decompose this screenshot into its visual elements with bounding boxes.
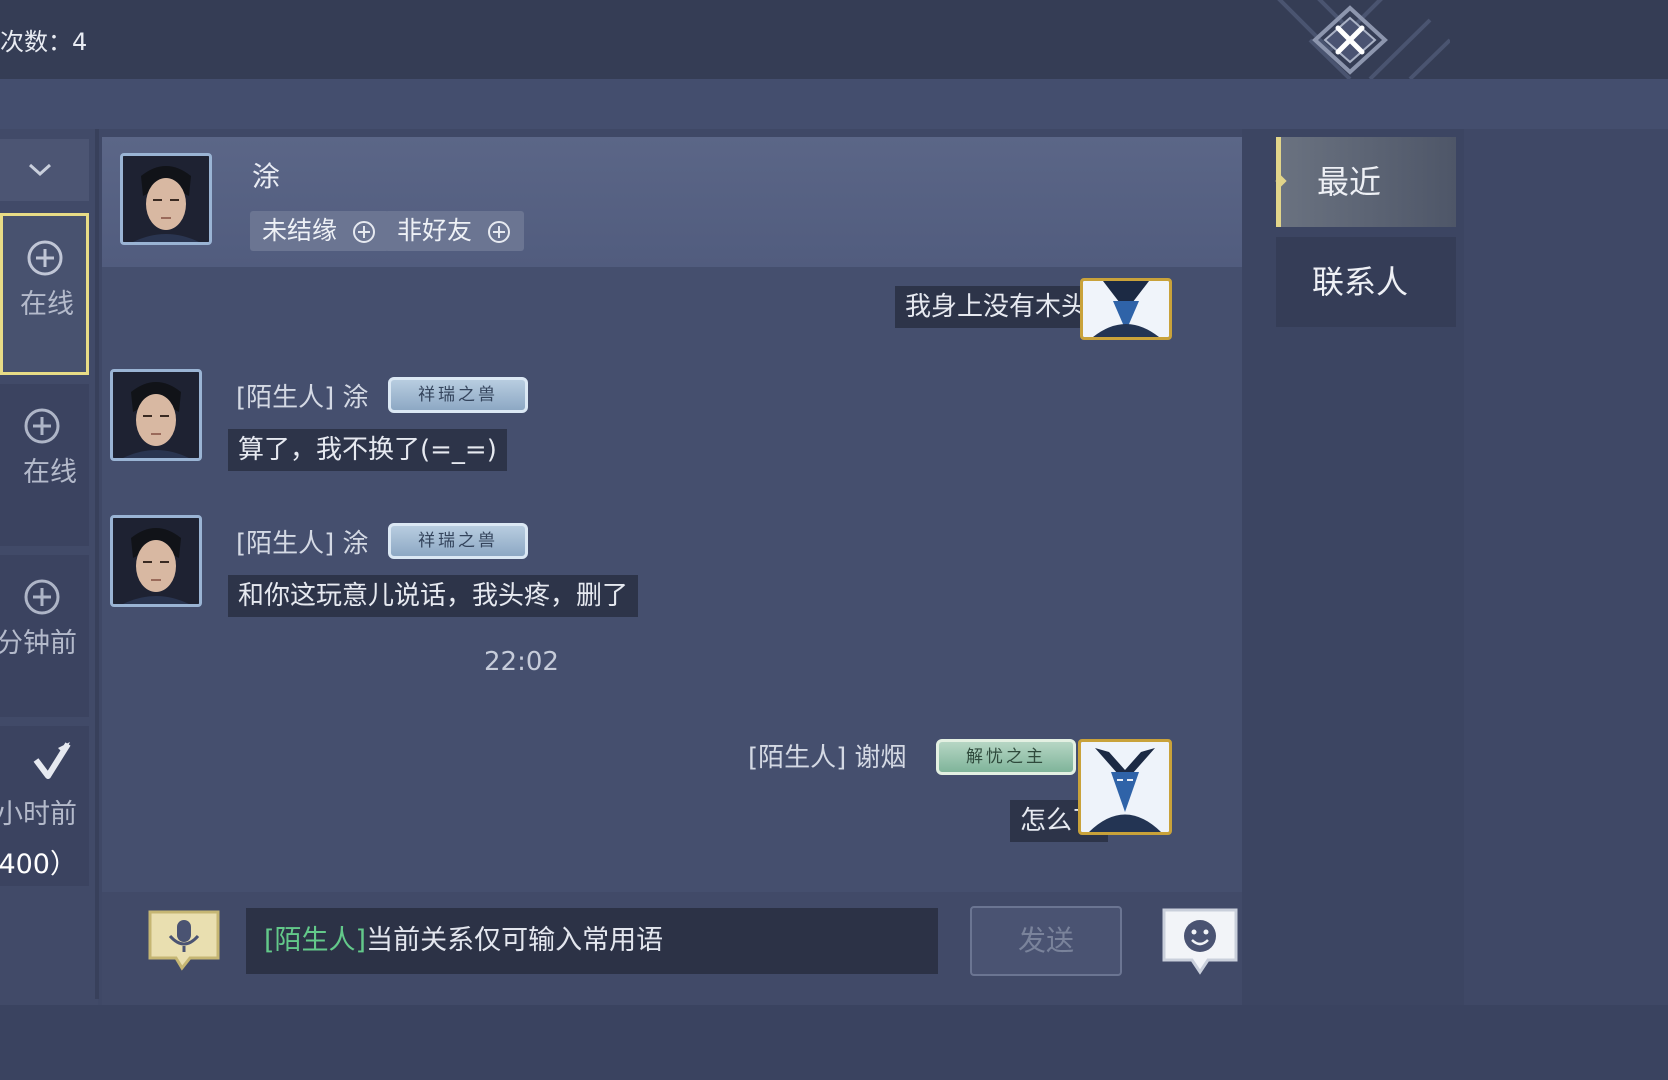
message-bubble: 和你这玩意儿说话，我头疼，删了 — [228, 575, 639, 617]
plus-circle-icon — [27, 240, 63, 276]
message-bubble: 我身上没有木头 — [895, 286, 1098, 328]
contact-list-item[interactable]: 在线 — [0, 384, 89, 546]
brush-icon — [33, 742, 71, 779]
tab-recent[interactable]: 最近 — [1275, 137, 1456, 227]
plus-circle-icon — [487, 221, 510, 243]
chat-panel: 涂 未结缘 非好友 我身上没有木头 [陌生人] 涂 祥瑞之兽 算了，我不换了(=… — [102, 137, 1242, 1005]
message-bubble: 算了，我不换了(=_=) — [228, 429, 507, 471]
relation-tag[interactable]: 未结缘 — [250, 211, 389, 251]
selected-marker-icon — [1275, 175, 1287, 187]
relation-tag-label: 未结缘 — [262, 216, 338, 245]
contact-status-label: 在线 — [23, 457, 77, 488]
contact-list-panel: 在线 在线 分钟前 小时前 400） — [0, 129, 99, 1005]
message-timestamp: 22:02 — [484, 647, 559, 677]
send-button[interactable]: 发送 — [970, 906, 1122, 976]
collapse-toggle[interactable] — [0, 139, 89, 201]
emoji-icon[interactable] — [1160, 906, 1240, 976]
avatar[interactable] — [110, 515, 202, 607]
contact-list-item[interactable]: 分钟前 — [0, 555, 89, 717]
tab-contacts[interactable]: 联系人 — [1276, 237, 1456, 327]
friend-tag[interactable]: 非好友 — [385, 211, 524, 251]
character-portrait-icon — [113, 518, 199, 604]
character-portrait-icon — [123, 156, 209, 242]
contact-status-label: 在线 — [20, 289, 74, 320]
plus-circle-icon — [24, 408, 60, 444]
input-prefix: [陌生人] — [264, 925, 367, 956]
contact-list-item[interactable]: 在线 — [0, 213, 89, 375]
avatar[interactable] — [110, 369, 202, 461]
title-badge: 祥瑞之兽 — [388, 377, 528, 413]
contact-status-label: 分钟前 — [0, 628, 77, 659]
chat-header: 涂 未结缘 非好友 — [102, 137, 1242, 267]
input-hint: 当前关系仅可输入常用语 — [366, 925, 664, 956]
bottom-strip — [0, 1005, 1668, 1080]
avatar[interactable] — [1078, 739, 1172, 835]
sender-name[interactable]: [陌生人] 涂 — [236, 523, 369, 560]
voice-input-icon[interactable] — [144, 906, 224, 972]
plus-circle-icon — [24, 579, 60, 615]
avatar[interactable] — [1080, 278, 1172, 340]
message-input[interactable]: [陌生人]当前关系仅可输入常用语 — [246, 908, 938, 974]
close-icon[interactable] — [1310, 5, 1390, 75]
tabs-panel: 最近 联系人 — [1242, 129, 1464, 1005]
sub-header-bar — [0, 79, 1668, 129]
input-bar: [陌生人]当前关系仅可输入常用语 发送 — [102, 892, 1242, 1005]
list-divider — [95, 129, 99, 999]
contact-extra-text: 400） — [0, 849, 77, 880]
top-bar: 次数：4 — [0, 0, 1668, 79]
character-portrait-icon — [113, 372, 199, 458]
sender-name[interactable]: [陌生人] 谢烟 — [748, 737, 907, 774]
chevron-down-icon — [28, 163, 52, 177]
tab-recent-label: 最近 — [1317, 163, 1382, 201]
contact-list-item[interactable]: 小时前 400） — [0, 726, 89, 886]
armored-warrior-portrait-icon — [1083, 281, 1169, 337]
plus-circle-icon — [352, 221, 375, 243]
chat-title: 涂 — [252, 160, 281, 193]
attempt-counter: 次数：4 — [0, 28, 88, 56]
armored-warrior-portrait-icon — [1081, 742, 1169, 832]
friend-tag-label: 非好友 — [397, 216, 473, 245]
avatar[interactable] — [120, 153, 212, 245]
contact-status-label: 小时前 — [0, 799, 77, 830]
title-badge: 解忧之主 — [936, 739, 1076, 775]
title-badge: 祥瑞之兽 — [388, 523, 528, 559]
tab-contacts-label: 联系人 — [1312, 263, 1409, 301]
sender-name[interactable]: [陌生人] 涂 — [236, 377, 369, 414]
